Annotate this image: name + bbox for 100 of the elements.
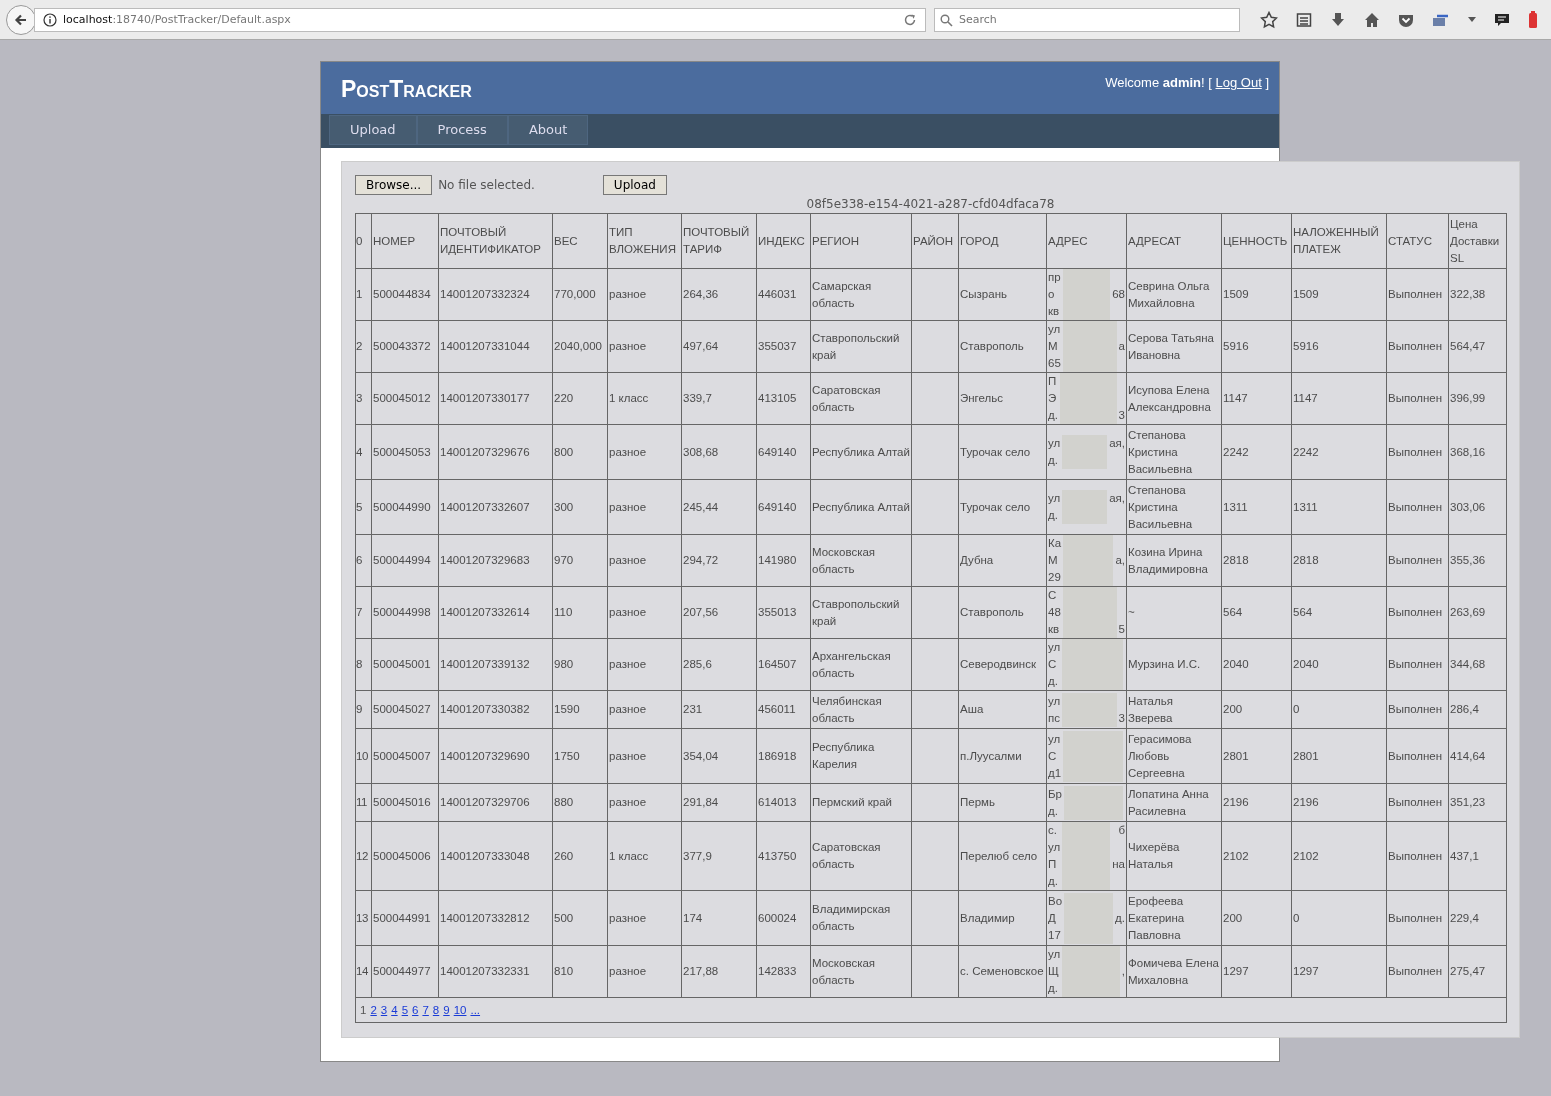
table-cell: 810 [552, 945, 608, 998]
nav-item[interactable]: Upload [329, 115, 417, 145]
table-cell: Пермь [958, 783, 1047, 822]
table-cell: Саратовская область [810, 821, 912, 891]
table-cell: 264,36 [681, 268, 757, 321]
column-header: 0 [355, 213, 372, 269]
browse-button[interactable]: Browse... [355, 175, 433, 195]
table-cell: Выполнен [1386, 320, 1449, 373]
table-cell: 437,1 [1448, 821, 1507, 891]
table-cell: 2196 [1291, 783, 1387, 822]
table-cell: 174 [681, 890, 757, 946]
table-cell: п.Луусалми [958, 728, 1047, 784]
table-cell: 5916 [1221, 320, 1292, 373]
table-cell: 500045001 [371, 638, 439, 691]
table-cell: Владимир [958, 890, 1047, 946]
table-cell: 14001207339132 [438, 638, 553, 691]
table-cell: 2801 [1291, 728, 1387, 784]
table-cell [911, 945, 959, 998]
table-cell: 355,36 [1448, 534, 1507, 587]
table-cell: 294,72 [681, 534, 757, 587]
table-cell: 500044998 [371, 586, 439, 639]
battery-icon[interactable] [1528, 10, 1538, 29]
upload-button[interactable]: Upload [602, 175, 667, 195]
current-page: 1 [360, 1003, 367, 1016]
address-bar[interactable]: localhost:18740/PostTracker/Default.aspx [34, 7, 926, 32]
table-cell: 770,000 [552, 268, 608, 321]
table-cell [911, 534, 959, 587]
table-cell [911, 783, 959, 822]
table-cell: 500 [552, 890, 608, 946]
nav-item[interactable]: Process [416, 115, 508, 145]
page-link[interactable]: 3 [380, 1003, 388, 1016]
info-icon[interactable] [43, 12, 57, 27]
redacted-cell: ул д. ая, [1046, 479, 1127, 535]
redacted-cell: ул М 65 а [1046, 320, 1127, 373]
table-cell: ~ [1126, 586, 1222, 639]
reading-list-icon[interactable] [1296, 11, 1312, 28]
page-link[interactable]: 9 [443, 1003, 450, 1016]
table-cell: 500045012 [371, 372, 439, 425]
table-cell: Пермский край [810, 783, 912, 822]
table-cell: 110 [552, 586, 608, 639]
table-cell: 260 [552, 821, 608, 891]
table-cell: 500043372 [371, 320, 439, 373]
table-cell: разное [607, 638, 682, 691]
table-cell: 354,04 [681, 728, 757, 784]
table-cell: 308,68 [681, 424, 757, 480]
table-cell [911, 479, 959, 535]
page-link[interactable]: 5 [401, 1003, 409, 1016]
table-cell: Турочак село [958, 479, 1047, 535]
table-cell: 263,69 [1448, 586, 1507, 639]
page-link[interactable]: 2 [370, 1003, 377, 1016]
table-cell: 500044834 [371, 268, 439, 321]
table-cell: 500044990 [371, 479, 439, 535]
table-cell: разное [607, 479, 682, 535]
table-cell: 2196 [1221, 783, 1292, 822]
page-link[interactable]: 6 [412, 1003, 419, 1016]
redacted-cell: П Э д. 3 [1046, 372, 1127, 425]
table-cell: 970 [552, 534, 608, 587]
table-cell: 2242 [1221, 424, 1292, 480]
chat-icon[interactable] [1494, 11, 1510, 28]
table-cell: 1 класс [607, 372, 682, 425]
download-icon[interactable] [1330, 11, 1346, 28]
table-cell: Аша [958, 690, 1047, 729]
page-link[interactable]: 4 [391, 1003, 398, 1016]
table-cell: 1750 [552, 728, 608, 784]
page-link[interactable]: 7 [422, 1003, 429, 1016]
table-cell: Серова Татьяна Ивановна [1126, 320, 1222, 373]
table-cell: 207,56 [681, 586, 757, 639]
nav-item[interactable]: About [507, 115, 589, 145]
table-cell: 600024 [756, 890, 811, 946]
caret-icon[interactable] [1468, 16, 1476, 23]
column-header: ГОРОД [958, 213, 1047, 269]
logout-link[interactable]: Log Out [1215, 75, 1262, 90]
column-header: РЕГИОН [810, 213, 912, 269]
table-cell: 1 класс [607, 821, 682, 891]
redacted-cell: ул С д. [1046, 638, 1127, 691]
table-cell: Выполнен [1386, 821, 1449, 891]
site-logo[interactable]: PostTracker [341, 76, 472, 103]
table-cell: Степанова Кристина Васильевна [1126, 424, 1222, 480]
search-field[interactable]: Search [934, 7, 1240, 32]
table-cell [911, 690, 959, 729]
table-cell: Московская область [810, 945, 912, 998]
table-cell: 14001207329690 [438, 728, 553, 784]
page-link[interactable]: 8 [432, 1003, 440, 1016]
column-header: РАЙОН [911, 213, 959, 269]
table-cell: 500045053 [371, 424, 439, 480]
table-cell: Архангельская область [810, 638, 912, 691]
table-cell: Республика Карелия [810, 728, 912, 784]
home-icon[interactable] [1364, 11, 1380, 28]
back-button[interactable] [6, 4, 36, 35]
table-cell: 414,64 [1448, 728, 1507, 784]
star-icon[interactable] [1260, 10, 1278, 29]
table-cell: 200 [1221, 690, 1292, 729]
page-link[interactable]: ... [470, 1003, 481, 1016]
page-link[interactable]: 10 [453, 1003, 467, 1016]
table-cell: 355013 [756, 586, 811, 639]
table-cell: Севрина Ольга Михайловна [1126, 268, 1222, 321]
table-cell: разное [607, 424, 682, 480]
table-cell [911, 728, 959, 784]
reload-icon[interactable] [903, 12, 917, 27]
column-header: ИНДЕКС [756, 213, 811, 269]
